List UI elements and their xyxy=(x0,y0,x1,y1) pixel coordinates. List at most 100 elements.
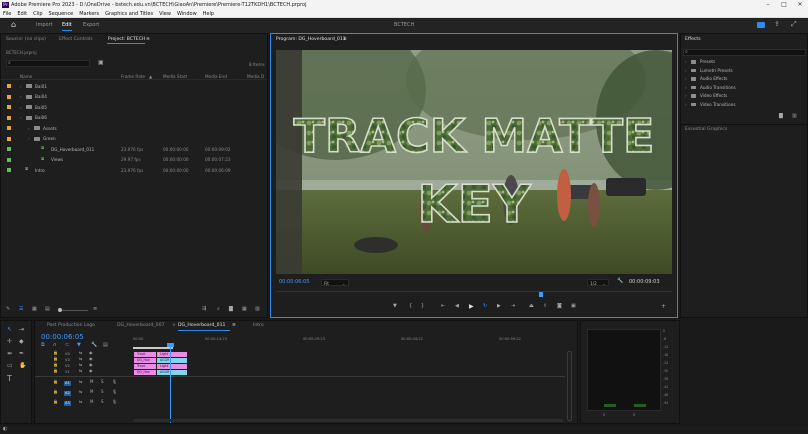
right-solo-button[interactable]: S xyxy=(633,413,635,417)
disclosure-triangle-icon[interactable]: › xyxy=(28,126,30,131)
timeline-clip[interactable]: DG_Hov xyxy=(134,357,156,363)
sync-lock-icon[interactable]: ⇆ xyxy=(79,357,82,361)
step-forward-icon[interactable]: ▶ xyxy=(497,304,501,309)
effects-item[interactable]: Presets xyxy=(700,59,715,64)
col-media-duration[interactable]: Media D xyxy=(247,74,264,79)
sync-lock-icon[interactable]: ⇆ xyxy=(79,351,82,355)
new-custom-bin-icon[interactable]: ▇ xyxy=(779,114,783,119)
disclosure-triangle-icon[interactable]: › xyxy=(20,115,22,120)
icon-view-icon[interactable]: ▦ xyxy=(32,307,37,312)
microphone-icon[interactable]: 🎙 xyxy=(112,380,117,384)
project-row[interactable]: › Green xyxy=(1,135,267,144)
panel-menu-icon[interactable]: ≡ xyxy=(146,37,150,42)
timeline-timecode[interactable]: 00:00:06:05 xyxy=(41,333,84,341)
microphone-icon[interactable]: 🎙 xyxy=(112,400,117,404)
quick-export-icon[interactable] xyxy=(757,22,765,28)
go-to-in-icon[interactable]: ⇤ xyxy=(441,304,445,309)
type-tool-icon[interactable]: T xyxy=(7,375,12,383)
col-media-end[interactable]: Media End xyxy=(205,74,227,79)
sync-lock-icon[interactable]: ⇆ xyxy=(79,400,82,404)
effects-tab[interactable]: Effects xyxy=(685,37,701,42)
disclosure-triangle-icon[interactable]: › xyxy=(685,68,687,73)
new-bin-bottom-icon[interactable]: ▇ xyxy=(229,307,233,312)
timeline-playhead[interactable] xyxy=(170,345,171,423)
effects-item[interactable]: Video Transitions xyxy=(700,102,736,107)
video-frame[interactable]: TRACK MATTE KEY xyxy=(276,50,672,274)
disclosure-triangle-icon[interactable]: › xyxy=(685,102,687,107)
comparison-view-icon[interactable]: ▣ xyxy=(571,304,576,309)
disclosure-triangle-icon[interactable]: › xyxy=(685,59,687,64)
eye-icon[interactable]: ◉ xyxy=(89,363,93,367)
timeline-scrollbar[interactable] xyxy=(567,351,572,421)
solo-icon[interactable]: S xyxy=(101,380,104,384)
project-row[interactable]: › Bai01 xyxy=(1,82,267,91)
disclosure-triangle-icon[interactable]: › xyxy=(685,76,687,81)
quality-dropdown[interactable]: 1/2 ⌄ xyxy=(587,279,609,286)
project-row[interactable]: › Assets xyxy=(1,124,267,133)
timeline-tab[interactable]: Post Production Logo xyxy=(47,323,95,328)
close-icon[interactable]: ✕ xyxy=(792,0,808,10)
effects-item[interactable]: Video Effects xyxy=(700,93,727,98)
menu-item-window[interactable]: Window xyxy=(177,11,197,17)
disclosure-triangle-icon[interactable]: › xyxy=(685,93,687,98)
disclosure-triangle-icon[interactable]: › xyxy=(20,84,22,89)
minimize-icon[interactable]: – xyxy=(760,0,776,10)
timeline-tab[interactable]: DG_Hoverboard_011 xyxy=(178,323,225,328)
lock-icon[interactable]: 🔒 xyxy=(53,351,58,355)
timeline-clip[interactable]: Track xyxy=(134,351,156,357)
program-menu-icon[interactable]: ≡ xyxy=(343,37,347,42)
track-label[interactable]: A1 xyxy=(65,381,70,385)
captions-icon[interactable]: ▤ xyxy=(103,343,108,348)
panel-menu-icon[interactable]: ≡ xyxy=(232,323,236,328)
eye-icon[interactable]: ◉ xyxy=(89,369,93,373)
project-row[interactable]: ⧈ Views 29.97 fps 00:00:00:00 00:00:07:23 xyxy=(1,156,267,165)
project-row[interactable]: › Bai06 xyxy=(1,114,267,123)
mute-icon[interactable]: M xyxy=(90,400,93,404)
nest-icon[interactable]: ⧉ xyxy=(41,343,45,348)
zoom-slider-handle[interactable] xyxy=(58,308,62,312)
timeline-clip[interactable]: Track xyxy=(134,363,156,369)
col-frame-rate[interactable]: Frame Rate xyxy=(121,74,145,79)
timeline-clip[interactable]: AGGR xyxy=(157,357,187,363)
track-label[interactable]: A2 xyxy=(65,391,70,395)
menu-item-help[interactable]: Help xyxy=(203,11,214,17)
solo-icon[interactable]: S xyxy=(101,400,104,404)
share-icon[interactable]: ⇪ xyxy=(774,21,780,28)
effects-search-input[interactable]: ⌕ xyxy=(683,49,806,56)
mute-icon[interactable]: M xyxy=(90,380,93,384)
write-protect-icon[interactable]: ✎ xyxy=(6,307,10,312)
slip-tool-icon[interactable]: ⇹ xyxy=(7,351,12,357)
track-label[interactable]: A3 xyxy=(65,401,70,405)
wrench-icon[interactable]: 🔧 xyxy=(617,279,623,284)
microphone-icon[interactable]: 🎙 xyxy=(112,390,117,394)
effects-item[interactable]: Lumetri Presets xyxy=(700,68,733,73)
add-marker-icon[interactable]: ▼ xyxy=(77,343,81,348)
lock-icon[interactable]: 🔒 xyxy=(53,357,58,361)
menu-item-clip[interactable]: Clip xyxy=(33,11,42,17)
tab-source[interactable]: Source: (no clips) xyxy=(6,37,46,42)
freeform-view-icon[interactable]: ▤ xyxy=(45,307,50,312)
pen-tool-icon[interactable]: ✒ xyxy=(19,351,24,357)
new-item-icon[interactable]: ▦ xyxy=(242,307,247,312)
lift-icon[interactable]: ⏏ xyxy=(529,304,534,309)
project-row[interactable]: › Bai05 xyxy=(1,103,267,112)
effects-item[interactable]: Audio Transitions xyxy=(700,85,736,90)
time-ruler[interactable]: 00:00 00:00:14:23 00:00:29:23 00:00:44:22 00… xyxy=(133,337,571,347)
fullscreen-icon[interactable]: ⤢ xyxy=(791,21,797,28)
go-to-out-icon[interactable]: ⇥ xyxy=(511,304,515,309)
trash-icon[interactable]: ▥ xyxy=(255,307,260,312)
track-label[interactable]: V3 xyxy=(65,358,70,362)
tab-effect-controls[interactable]: Effect Controls xyxy=(59,37,93,42)
effects-item[interactable]: Audio Effects xyxy=(700,76,727,81)
essential-graphics-tab[interactable]: Essential Graphics xyxy=(685,127,727,132)
hand-tool-icon[interactable]: ✋ xyxy=(19,363,26,369)
col-media-start[interactable]: Media Start xyxy=(163,74,187,79)
tab-project[interactable]: Project: BCTECH xyxy=(108,37,145,42)
export-frame-icon[interactable]: ◙ xyxy=(557,304,562,309)
tab-export[interactable]: Export xyxy=(83,22,99,28)
timeline-settings-icon[interactable]: 🔧 xyxy=(91,343,97,348)
left-solo-button[interactable]: S xyxy=(603,413,605,417)
timeline-tab[interactable]: DG_Hoverboard_007 xyxy=(117,323,164,328)
project-row[interactable]: › Bai04 xyxy=(1,93,267,102)
step-back-icon[interactable]: ◀ xyxy=(455,304,459,309)
